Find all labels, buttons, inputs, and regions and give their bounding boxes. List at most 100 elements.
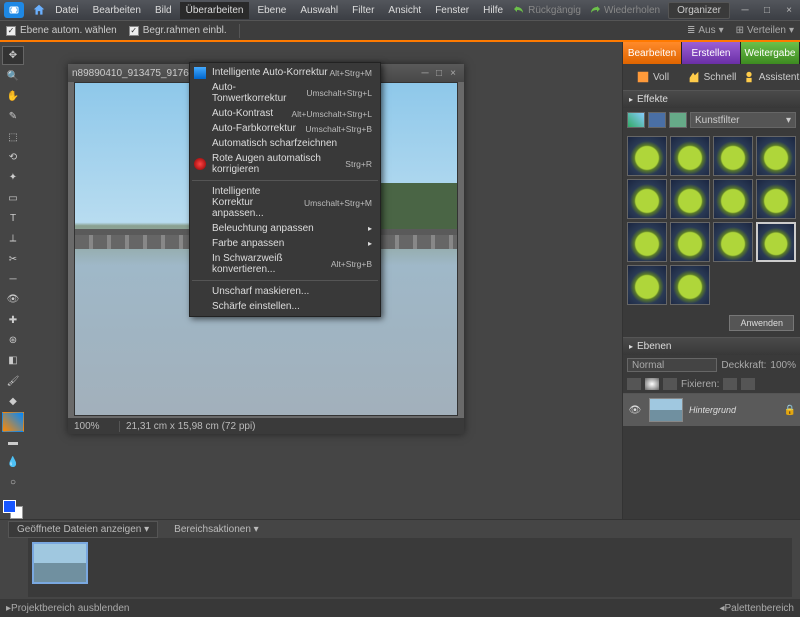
effect-thumb[interactable] bbox=[670, 179, 710, 219]
lock-all-icon[interactable] bbox=[741, 378, 755, 390]
gradient-tool[interactable] bbox=[2, 412, 24, 431]
lasso-tool[interactable]: ⟲ bbox=[2, 148, 24, 167]
filter-type-select[interactable]: Kunstfilter▾ bbox=[690, 112, 796, 128]
menu-ueberarbeiten[interactable]: Überarbeiten bbox=[180, 2, 250, 19]
menu-item[interactable]: In Schwarzweiß konvertieren...Alt+Strg+B bbox=[190, 251, 380, 277]
menu-bearbeiten[interactable]: Bearbeiten bbox=[87, 2, 147, 19]
tab-create[interactable]: Erstellen bbox=[682, 42, 741, 64]
mode-full[interactable]: Voll bbox=[623, 70, 682, 84]
layer-visibility-icon[interactable]: 👁 bbox=[627, 405, 643, 416]
effect-thumb[interactable] bbox=[670, 222, 710, 262]
menu-item[interactable]: Intelligente Korrektur anpassen...Umscha… bbox=[190, 184, 380, 221]
menu-item[interactable]: Rote Augen automatisch korrigierenStrg+R bbox=[190, 151, 380, 177]
layer-link-icon[interactable] bbox=[627, 378, 641, 390]
fx-category-2[interactable] bbox=[648, 112, 666, 128]
menu-fenster[interactable]: Fenster bbox=[429, 2, 475, 19]
menu-item[interactable]: Auto-FarbkorrekturUmschalt+Strg+B bbox=[190, 121, 380, 136]
layer-new-icon[interactable] bbox=[663, 378, 677, 390]
tab-edit[interactable]: Bearbeiten bbox=[623, 42, 682, 64]
effect-thumb[interactable] bbox=[627, 179, 667, 219]
menu-item[interactable]: Unscharf maskieren... bbox=[190, 284, 380, 299]
window-minimize[interactable]: ─ bbox=[738, 5, 752, 16]
menu-item[interactable]: Auto-KontrastAlt+Umschalt+Strg+L bbox=[190, 106, 380, 121]
eraser-tool[interactable]: ◧ bbox=[2, 351, 24, 370]
menu-ebene[interactable]: Ebene bbox=[251, 2, 292, 19]
effect-thumb[interactable] bbox=[627, 136, 667, 176]
bucket-tool[interactable]: ◆ bbox=[2, 392, 24, 411]
tab-share[interactable]: Weitergabe bbox=[741, 42, 800, 64]
zoom-level[interactable]: 100% bbox=[68, 421, 120, 432]
effect-thumb[interactable] bbox=[713, 179, 753, 219]
doc-minimize[interactable]: ─ bbox=[418, 68, 432, 79]
effect-thumb[interactable] bbox=[756, 136, 796, 176]
menu-item[interactable]: Intelligente Auto-KorrekturAlt+Strg+M bbox=[190, 65, 380, 80]
sponge-tool[interactable]: ○ bbox=[2, 473, 24, 492]
effect-thumb[interactable] bbox=[670, 136, 710, 176]
menu-filter[interactable]: Filter bbox=[346, 2, 380, 19]
align-dropdown[interactable]: ≣Aus▾ bbox=[687, 25, 724, 36]
hand-tool[interactable]: ✋ bbox=[2, 87, 24, 106]
blur-tool[interactable]: 💧 bbox=[2, 453, 24, 472]
mode-guided[interactable]: Assistent bbox=[741, 70, 800, 84]
heal-tool[interactable]: ✚ bbox=[2, 310, 24, 329]
menu-auswahl[interactable]: Auswahl bbox=[294, 2, 344, 19]
undo-button[interactable]: Rückgängig bbox=[513, 5, 581, 16]
mode-quick[interactable]: Schnell bbox=[682, 70, 741, 84]
menu-ansicht[interactable]: Ansicht bbox=[382, 2, 427, 19]
stamp-tool[interactable]: ⊛ bbox=[2, 331, 24, 350]
cookie-tool[interactable]: ✂ bbox=[2, 249, 24, 268]
selection-tool[interactable]: ▭ bbox=[2, 188, 24, 207]
lock-pixels-icon[interactable] bbox=[723, 378, 737, 390]
effect-thumb[interactable] bbox=[627, 265, 667, 305]
menu-item[interactable]: Automatisch scharfzeichnen bbox=[190, 136, 380, 151]
brush-tool[interactable]: 🖌 bbox=[2, 372, 24, 391]
show-bounding-box-checkbox[interactable]: ✓Begr.rahmen einbl. bbox=[129, 25, 227, 36]
effect-thumb[interactable] bbox=[670, 265, 710, 305]
distribute-dropdown[interactable]: ⊞Verteilen▾ bbox=[736, 25, 794, 36]
palette-bin[interactable]: Palettenbereich bbox=[725, 603, 795, 614]
menu-item[interactable]: Schärfe einstellen... bbox=[190, 299, 380, 314]
effect-thumb[interactable] bbox=[713, 222, 753, 262]
menu-item[interactable]: Beleuchtung anpassen▸ bbox=[190, 221, 380, 236]
menu-bild[interactable]: Bild bbox=[149, 2, 178, 19]
redeye-tool[interactable]: 👁 bbox=[2, 290, 24, 309]
project-thumbnail[interactable] bbox=[32, 542, 88, 584]
move-tool[interactable]: ✥ bbox=[2, 46, 24, 65]
effect-thumb[interactable] bbox=[756, 222, 796, 262]
effect-thumb[interactable] bbox=[627, 222, 667, 262]
menu-item[interactable]: Farbe anpassen▸ bbox=[190, 236, 380, 251]
layer-fx-icon[interactable] bbox=[645, 378, 659, 390]
menu-hilfe[interactable]: Hilfe bbox=[477, 2, 509, 19]
marquee-tool[interactable]: ⬚ bbox=[2, 127, 24, 146]
crop-tool[interactable]: ⟂ bbox=[2, 229, 24, 248]
area-actions-button[interactable]: Bereichsaktionen ▾ bbox=[174, 524, 259, 535]
window-close[interactable]: × bbox=[782, 5, 796, 16]
menu-item[interactable]: Auto-TonwertkorrekturUmschalt+Strg+L bbox=[190, 80, 380, 106]
layer-row[interactable]: 👁 Hintergrund 🔒 bbox=[623, 394, 800, 426]
fx-category-1[interactable] bbox=[627, 112, 645, 128]
zoom-tool[interactable]: 🔍 bbox=[2, 66, 24, 85]
eyedropper-tool[interactable]: ✎ bbox=[2, 107, 24, 126]
redo-button[interactable]: Wiederholen bbox=[589, 5, 660, 16]
doc-maximize[interactable]: □ bbox=[432, 68, 446, 79]
window-maximize[interactable]: □ bbox=[760, 5, 774, 16]
home-icon[interactable] bbox=[30, 2, 47, 18]
organizer-button[interactable]: Organizer bbox=[668, 2, 730, 19]
doc-close[interactable]: × bbox=[446, 68, 460, 79]
straighten-tool[interactable]: ─ bbox=[2, 270, 24, 289]
apply-button[interactable]: Anwenden bbox=[729, 315, 794, 331]
text-tool[interactable]: T bbox=[2, 209, 24, 228]
color-swatch[interactable] bbox=[3, 500, 23, 519]
hide-project-bin[interactable]: Projektbereich ausblenden bbox=[11, 603, 129, 614]
opacity-value[interactable]: 100% bbox=[770, 360, 796, 371]
effects-panel-header[interactable]: ▸Effekte bbox=[623, 90, 800, 108]
effect-thumb[interactable] bbox=[756, 179, 796, 219]
shape-tool[interactable]: ▬ bbox=[2, 433, 24, 452]
layers-panel-header[interactable]: ▸Ebenen bbox=[623, 337, 800, 355]
effect-thumb[interactable] bbox=[713, 136, 753, 176]
fx-category-3[interactable] bbox=[669, 112, 687, 128]
menu-datei[interactable]: Datei bbox=[49, 2, 84, 19]
auto-select-layer-checkbox[interactable]: ✓Ebene autom. wählen bbox=[6, 25, 117, 36]
show-open-files-button[interactable]: Geöffnete Dateien anzeigen ▾ bbox=[8, 521, 158, 538]
blend-mode-select[interactable]: Normal bbox=[627, 358, 717, 372]
